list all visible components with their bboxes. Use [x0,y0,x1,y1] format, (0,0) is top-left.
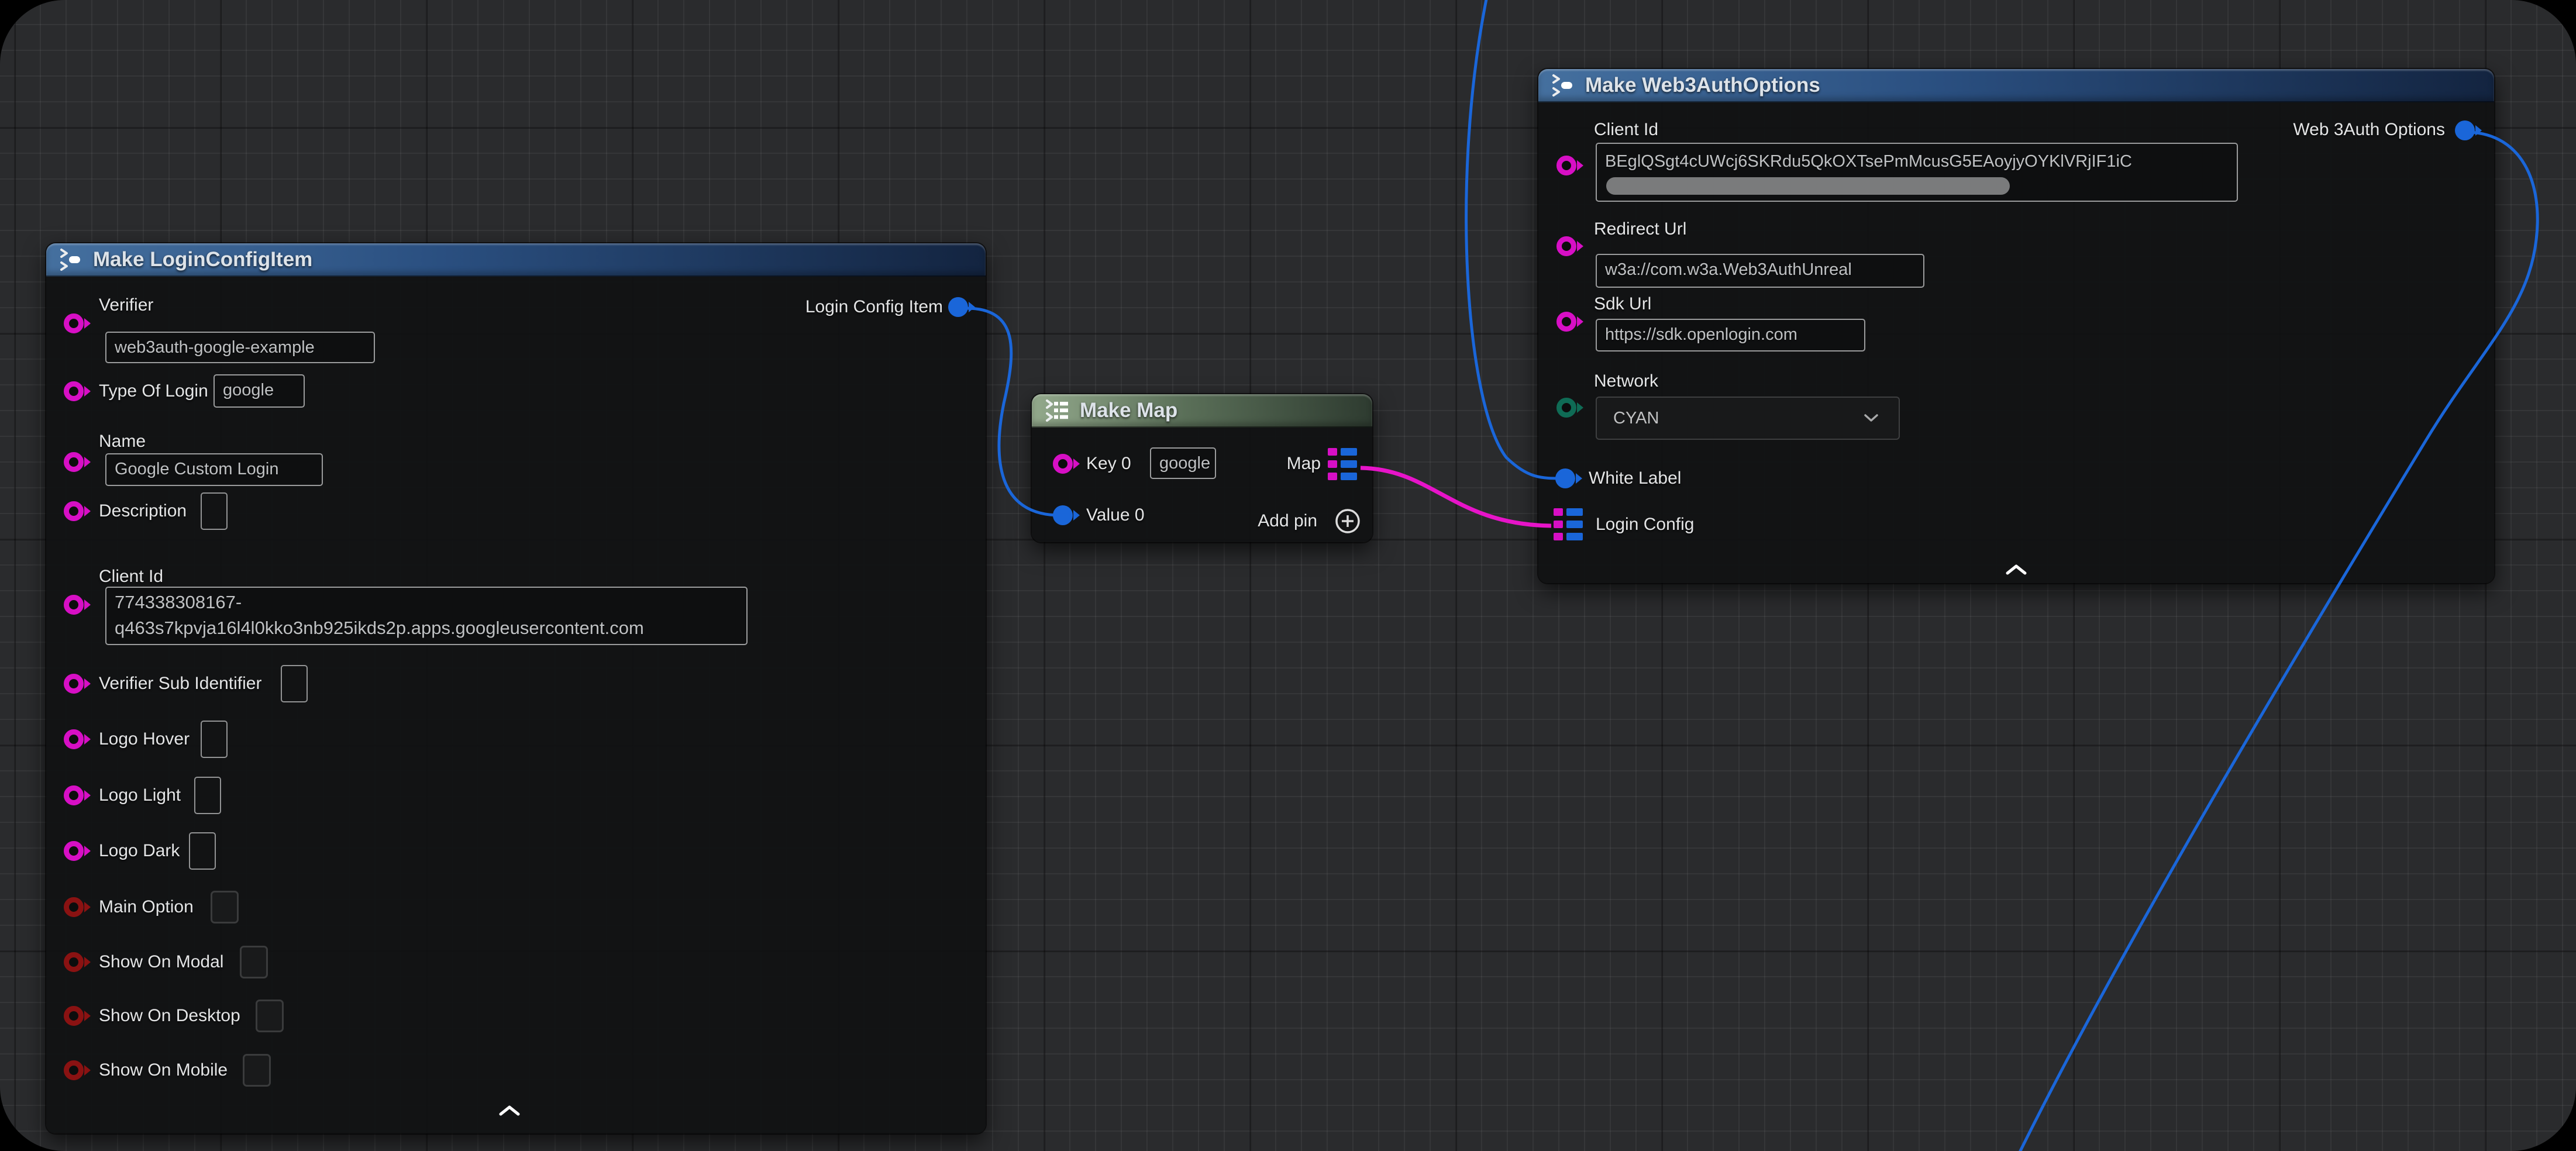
node-make-map[interactable]: Make Map Key 0 google Map Value 0 Add pi… [1032,394,1372,542]
node-make-loginconfigitem[interactable]: Make LoginConfigItem Login Config Item V… [46,243,986,1133]
field-horizontal-scrollbar[interactable] [1606,177,2010,195]
node-header[interactable]: Make Web3AuthOptions [1538,69,2494,102]
pin-label-name: Name [99,432,146,452]
wire-map-to-login-config[interactable] [1361,468,1551,526]
node-body [1032,428,1372,542]
blueprint-editor: { "canvas": {"background": "#2a2b2d", "f… [0,0,2576,1151]
pin-label-login-config-item: Login Config Item [805,297,943,317]
input-pin-name[interactable] [64,452,84,472]
input-pin-logo-dark[interactable] [64,841,84,861]
pin-label-network: Network [1594,371,1658,391]
logo-dark-field[interactable] [189,832,216,870]
pin-label-redirect-url: Redirect Url [1594,219,1686,239]
pin-label-white-label: White Label [1589,468,1681,488]
input-pin-logo-hover[interactable] [64,729,84,749]
pin-label-key0: Key 0 [1086,454,1131,474]
node-header[interactable]: Make Map [1032,394,1372,428]
pin-label-verifier-sub-identifier: Verifier Sub Identifier [99,674,261,694]
output-pin-web3auth-options[interactable] [2455,120,2475,140]
node-make-web3authoptions[interactable]: Make Web3AuthOptions Web 3Auth Options C… [1538,69,2494,583]
main-option-checkbox[interactable] [211,891,239,923]
pin-label-show-on-desktop: Show On Desktop [99,1006,240,1026]
input-pin-type-of-login[interactable] [64,381,84,401]
collapse-chevron-icon[interactable] [2005,563,2028,576]
verifier-field[interactable]: web3auth-google-example [105,332,375,363]
pin-label-value0: Value 0 [1086,505,1145,525]
make-struct-icon [58,248,84,271]
input-pin-logo-light[interactable] [64,785,84,805]
verifier-sub-identifier-field[interactable] [281,665,308,702]
show-on-mobile-checkbox[interactable] [243,1054,271,1087]
node-title: Make Web3AuthOptions [1585,74,1820,97]
input-pin-main-option[interactable] [64,897,84,917]
client-id-text: BEglQSgt4cUWcj6SKRdu5QkOXTsePmMcusG5EAoy… [1605,152,2132,171]
sdk-url-field[interactable]: https://sdk.openlogin.com [1596,319,1865,351]
input-pin-client-id[interactable] [64,595,84,615]
add-pin-icon[interactable] [1334,508,1361,535]
add-pin-label: Add pin [1258,511,1317,531]
pin-label-description: Description [99,501,187,521]
name-field[interactable]: Google Custom Login [105,453,323,486]
network-selected-value: CYAN [1613,409,1659,428]
pin-label-show-on-mobile: Show On Mobile [99,1060,228,1080]
node-title: Make Map [1080,399,1177,422]
input-pin-show-on-modal[interactable] [64,952,84,972]
make-map-icon [1044,399,1070,422]
network-dropdown[interactable]: CYAN [1596,397,1900,440]
node-title: Make LoginConfigItem [93,248,312,271]
input-pin-white-label[interactable] [1555,468,1575,488]
type-of-login-field[interactable]: google [213,374,305,408]
logo-hover-field[interactable] [201,721,228,758]
description-field[interactable] [201,492,228,530]
input-pin-description[interactable] [64,501,84,521]
input-pin-redirect-url[interactable] [1556,236,1576,256]
pin-label-show-on-modal: Show On Modal [99,952,223,972]
input-pin-network[interactable] [1556,398,1576,418]
collapse-chevron-icon[interactable] [498,1104,521,1117]
pin-label-client-id: Client Id [99,567,163,587]
input-pin-value0[interactable] [1053,505,1073,525]
blueprint-canvas[interactable]: Make LoginConfigItem Login Config Item V… [0,0,2576,1151]
pin-label-logo-light: Logo Light [99,785,181,805]
show-on-desktop-checkbox[interactable] [256,1000,284,1032]
redirect-url-field[interactable]: w3a://com.w3a.Web3AuthUnreal [1596,254,1924,288]
client-id-field[interactable]: BEglQSgt4cUWcj6SKRdu5QkOXTsePmMcusG5EAoy… [1596,143,2238,202]
pin-label-client-id: Client Id [1594,120,1658,140]
input-pin-verifier-sub-identifier[interactable] [64,674,84,694]
client-id-field[interactable]: 774338308167-q463s7kpvja16l4l0kko3nb925i… [105,587,748,645]
key0-field[interactable]: google [1150,447,1216,479]
show-on-modal-checkbox[interactable] [240,946,268,978]
chevron-down-icon [1864,413,1879,423]
node-body [46,277,986,1133]
output-pin-login-config-item[interactable] [948,297,968,317]
make-struct-icon [1550,74,1576,97]
pin-label-type-of-login: Type Of Login [99,381,208,401]
pin-label-map: Map [1287,454,1321,474]
input-pin-sdk-url[interactable] [1556,312,1576,332]
input-pin-show-on-mobile[interactable] [64,1060,84,1080]
output-pin-map[interactable] [1328,448,1357,480]
pin-label-login-config: Login Config [1596,515,1694,535]
input-pin-login-config[interactable] [1554,508,1583,540]
pin-label-web3auth-options: Web 3Auth Options [2293,120,2445,140]
input-pin-key0[interactable] [1053,454,1073,474]
node-header[interactable]: Make LoginConfigItem [46,243,986,277]
pin-label-main-option: Main Option [99,897,194,917]
pin-label-sdk-url: Sdk Url [1594,294,1651,314]
input-pin-client-id[interactable] [1556,156,1576,175]
input-pin-verifier[interactable] [64,313,84,333]
logo-light-field[interactable] [194,777,221,814]
pin-label-verifier: Verifier [99,295,153,315]
pin-label-logo-dark: Logo Dark [99,841,180,861]
input-pin-show-on-desktop[interactable] [64,1006,84,1026]
pin-label-logo-hover: Logo Hover [99,729,190,749]
